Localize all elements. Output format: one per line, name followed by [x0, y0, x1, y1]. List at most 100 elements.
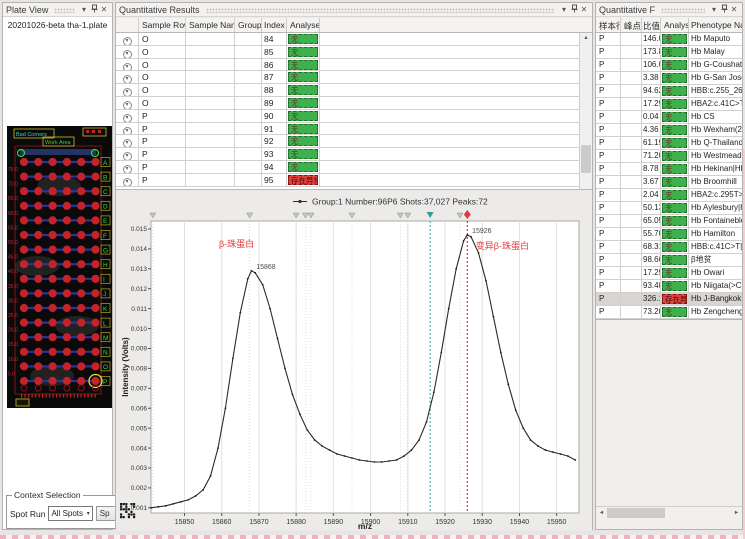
column-header-sample-row-cn[interactable]: 样本行 [596, 18, 621, 32]
table-row[interactable]: P73.20无Hb Zengcheng [596, 306, 742, 319]
table-row[interactable]: P173.84无Hb Malay [596, 46, 742, 59]
column-header-expander[interactable] [116, 18, 139, 32]
sample-name-cell [186, 148, 235, 160]
analyse-status-badge: 无 [662, 229, 687, 239]
table-row[interactable]: P68.31无HBB:c.41C>T|H [596, 241, 742, 254]
table-row[interactable]: P98.66无β地贫 [596, 254, 742, 267]
column-header-sample-name[interactable]: Sample Name [186, 18, 235, 32]
table-row[interactable]: ▾O89无 [116, 97, 592, 110]
table-row[interactable]: P50.13无Hb Aylesbury|H [596, 202, 742, 215]
expand-row-icon[interactable]: ▾ [123, 152, 132, 160]
expand-row-icon[interactable]: ▾ [123, 178, 132, 186]
table-row[interactable]: P2.04无HBA2:c.295T>G [596, 189, 742, 202]
table-row[interactable]: ▾P94无 [116, 161, 592, 174]
panel-menu-icon[interactable]: ▾ [709, 5, 719, 14]
ratio-cell: 71.20 [642, 150, 661, 162]
svg-text:0.003: 0.003 [131, 465, 148, 472]
panel-menu-icon[interactable]: ▾ [79, 5, 89, 14]
peak-cell [621, 176, 642, 188]
table-row[interactable]: P8.78无Hb Hekinan|Hb [596, 163, 742, 176]
column-header-sample-row[interactable]: Sample Row [139, 18, 186, 32]
phenotype-horizontal-scrollbar[interactable]: ◄ ► [596, 506, 742, 519]
plate-image[interactable]: Bad CornersWork AreaABCDEFGHIJKLMNOP75.0… [7, 126, 112, 408]
sample-row-cell: P [596, 215, 621, 227]
expand-row-icon[interactable]: ▾ [123, 75, 132, 83]
plate-view-header[interactable]: Plate View ▾ ✕ [3, 3, 112, 17]
table-row[interactable]: P93.48无Hb Niigata(>C) [596, 280, 742, 293]
scrollbar-thumb[interactable] [581, 145, 591, 173]
ratio-cell: 94.62 [642, 85, 661, 97]
column-header-index[interactable]: Index [262, 18, 287, 32]
table-row[interactable]: ▾O87无 [116, 71, 592, 84]
results-vertical-scrollbar[interactable]: ▲ ▼ [579, 33, 592, 190]
scroll-left-icon[interactable]: ◄ [596, 507, 607, 519]
quantitative-results-header[interactable]: Quantitative Results ▾ ✕ [116, 3, 592, 17]
close-icon[interactable]: ✕ [729, 5, 739, 14]
table-row[interactable]: P4.36无Hb Wexham(2- [596, 124, 742, 137]
expand-row-icon[interactable]: ▾ [123, 50, 132, 58]
spot-button[interactable]: Sp [96, 506, 117, 521]
table-row[interactable]: P94.62无HBB:c.255_264| [596, 85, 742, 98]
sample-name-cell [186, 135, 235, 147]
table-row[interactable]: P146.08无Hb Maputo [596, 33, 742, 46]
column-header-group[interactable]: Group [235, 18, 262, 32]
sample-row-cell: P [596, 150, 621, 162]
analyse-status-badge: 存在异常 [662, 294, 687, 304]
table-row[interactable]: ▾P91无 [116, 123, 592, 136]
analyse-status-badge: 无 [288, 98, 318, 108]
table-row[interactable]: P17.29无HBA2:c.41C>T| [596, 98, 742, 111]
table-row[interactable]: P0.04无Hb CS [596, 111, 742, 124]
expand-row-icon[interactable]: ▾ [123, 88, 132, 96]
pin-icon[interactable] [89, 4, 99, 15]
table-row[interactable]: P3.67无Hb Broomhill [596, 176, 742, 189]
table-row[interactable]: ▾P90无 [116, 110, 592, 123]
expand-row-icon[interactable]: ▾ [123, 37, 132, 45]
expand-row-icon[interactable]: ▾ [123, 63, 132, 71]
expand-row-icon[interactable]: ▾ [123, 127, 132, 135]
table-row[interactable]: P65.05无Hb Fontaineble [596, 215, 742, 228]
pin-icon[interactable] [569, 4, 579, 15]
close-icon[interactable]: ✕ [99, 5, 109, 14]
scroll-right-icon[interactable]: ► [731, 507, 742, 519]
table-row[interactable]: P326.17存在异常Hb J-Bangkok [596, 293, 742, 306]
column-header-phenotype-name[interactable]: Phenotype Name [689, 18, 742, 32]
column-header-analyse[interactable]: Analyse [661, 18, 689, 32]
table-row[interactable]: P61.19无Hb Q-Thailand [596, 137, 742, 150]
scroll-up-icon[interactable]: ▲ [580, 33, 592, 44]
table-row[interactable]: ▾P95存在异常 [116, 174, 592, 187]
table-row[interactable]: ▾O86无 [116, 59, 592, 72]
table-row[interactable]: P106.08无Hb G-Coushatta [596, 59, 742, 72]
table-row[interactable]: ▾O88无 [116, 84, 592, 97]
column-header-ratio-cn[interactable]: 比值 [642, 18, 661, 32]
expand-row-icon[interactable]: ▾ [123, 165, 132, 173]
table-row[interactable]: ▾O85无 [116, 46, 592, 59]
empty-cell [320, 46, 592, 58]
spectrum-chart[interactable]: 1585015860158701588015890159001591015920… [116, 191, 592, 531]
quantitative-results-panel: Quantitative Results ▾ ✕ Sample Row Samp… [115, 2, 593, 530]
expand-row-icon[interactable]: ▾ [123, 101, 132, 109]
svg-text:50.0: 50.0 [8, 240, 18, 246]
sample-row-cell: O [139, 97, 186, 109]
panel-menu-icon[interactable]: ▾ [559, 5, 569, 14]
table-row[interactable]: P71.20无Hb Westmead [596, 150, 742, 163]
quantitative-results-table: Sample Row Sample Name Group Index Analy… [116, 18, 592, 190]
expand-row-icon[interactable]: ▾ [123, 139, 132, 147]
column-header-peak-cn[interactable]: 峰点 [621, 18, 642, 32]
column-header-analyse[interactable]: Analyse [287, 18, 320, 32]
panel-header-texture [661, 8, 705, 13]
table-row[interactable]: ▾P92无 [116, 135, 592, 148]
pin-icon[interactable] [719, 4, 729, 15]
scrollbar-thumb[interactable] [607, 508, 665, 518]
sample-row-cell: O [139, 84, 186, 96]
quantitative-phenotype-header[interactable]: Quantitative F ▾ ✕ [596, 3, 742, 17]
table-row[interactable]: P17.29无Hb Owari [596, 267, 742, 280]
table-row[interactable]: P55.70无Hb Hamilton [596, 228, 742, 241]
table-row[interactable]: P3.38无Hb G-San José [596, 72, 742, 85]
expand-row-icon[interactable]: ▾ [123, 114, 132, 122]
plate-filename[interactable]: 20201026-beta tha-1.plate [3, 20, 112, 30]
plate-view-panel: Plate View ▾ ✕ 20201026-beta tha-1.plate… [2, 2, 113, 530]
spot-run-select[interactable]: All Spots ▾ [48, 506, 92, 521]
table-row[interactable]: ▾P93无 [116, 148, 592, 161]
table-row[interactable]: ▾O84无 [116, 33, 592, 46]
close-icon[interactable]: ✕ [579, 5, 589, 14]
